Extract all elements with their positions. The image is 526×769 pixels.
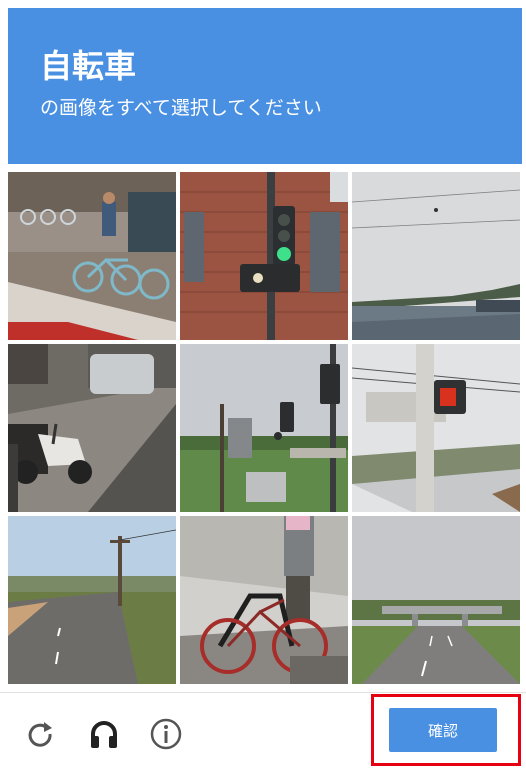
verify-button[interactable]: 確認 [389, 708, 497, 752]
instruction-text: の画像をすべて選択してください [40, 97, 322, 119]
verify-highlight: 確認 [371, 694, 521, 766]
image-tile-3[interactable] [352, 172, 520, 340]
footer-divider [0, 692, 526, 693]
challenge-header: 自転車 の画像をすべて選択してください [8, 8, 522, 164]
image-tile-7[interactable] [8, 516, 176, 684]
target-object-label: 自転車 [40, 47, 137, 85]
reload-icon[interactable] [22, 716, 58, 752]
tile-image [8, 516, 176, 684]
tile-image [180, 172, 348, 340]
image-tile-1[interactable] [8, 172, 176, 340]
image-tile-4[interactable] [8, 344, 176, 512]
image-tile-8[interactable] [180, 516, 348, 684]
tile-image [180, 516, 348, 684]
tile-image [352, 172, 520, 340]
tile-image [352, 516, 520, 684]
image-grid [8, 172, 522, 684]
tile-image [352, 344, 520, 512]
tile-image [8, 172, 176, 340]
info-icon[interactable] [148, 716, 184, 752]
tile-image [180, 344, 348, 512]
image-tile-9[interactable] [352, 516, 520, 684]
image-tile-2[interactable] [180, 172, 348, 340]
image-tile-5[interactable] [180, 344, 348, 512]
audio-icon[interactable] [86, 716, 122, 752]
image-tile-6[interactable] [352, 344, 520, 512]
tile-image [8, 344, 176, 512]
